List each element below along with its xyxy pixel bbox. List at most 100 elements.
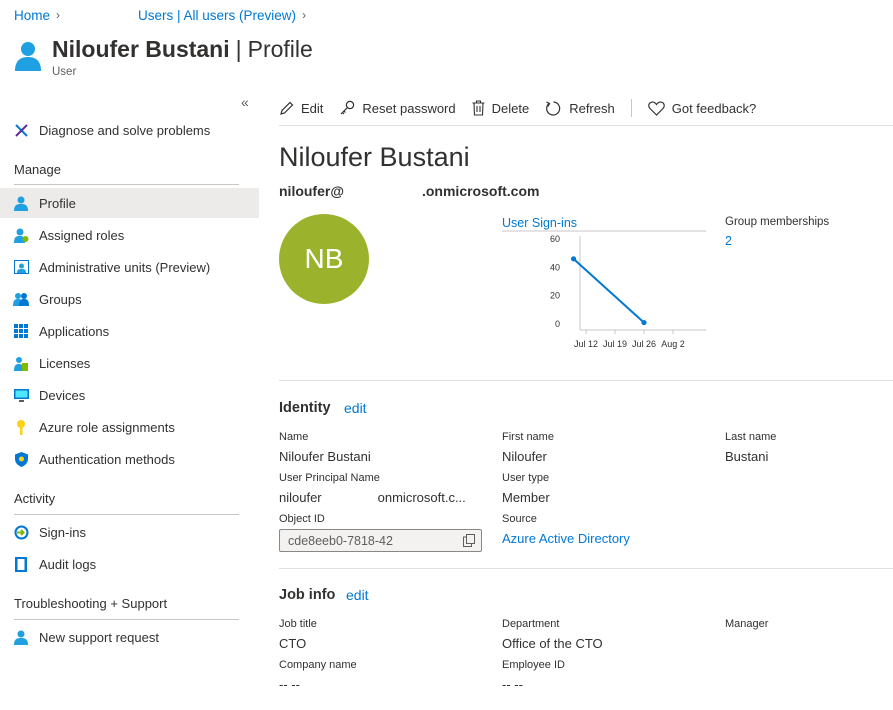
key-icon <box>13 419 29 435</box>
source-value-link[interactable]: Azure Active Directory <box>502 531 630 546</box>
divider <box>279 125 893 126</box>
monitor-icon <box>13 387 29 403</box>
sidebar-item-audit-logs[interactable]: Audit logs <box>0 549 259 579</box>
user-principal-name: niloufer@ .onmicrosoft.com <box>279 183 539 199</box>
x-tick-label: Aug 2 <box>661 339 685 349</box>
edit-button[interactable]: Edit <box>279 101 323 116</box>
group-memberships-count[interactable]: 2 <box>725 234 732 248</box>
job-info-edit-link[interactable]: edit <box>346 587 369 603</box>
sidebar-item-admin-units[interactable]: Administrative units (Preview) <box>0 252 259 282</box>
first-name-label: First name <box>502 431 554 443</box>
sidebar-item-signins[interactable]: Sign-ins <box>0 517 259 547</box>
job-title-value: CTO <box>279 636 307 651</box>
sidebar-section-activity: Activity <box>14 491 56 506</box>
y-tick-label: 0 <box>555 319 560 329</box>
department-label: Department <box>502 618 560 630</box>
pencil-icon <box>280 101 294 115</box>
last-name-label: Last name <box>725 431 777 443</box>
page-title-blade: Profile <box>247 36 313 62</box>
feedback-button[interactable]: Got feedback? <box>647 100 757 116</box>
group-memberships-label: Group memberships <box>725 216 830 228</box>
breadcrumb-users[interactable]: Users | All users (Preview) <box>138 8 296 23</box>
upn-value-start: niloufer <box>279 490 322 505</box>
signins-chart: 0 20 40 60 Jul 12 Jul 19 Jul 26 Aug 2 <box>502 230 706 349</box>
refresh-label: Refresh <box>569 100 615 116</box>
upn-value: niloufer onmicrosoft.c... <box>279 490 466 505</box>
job-info-section-title: Job info <box>279 587 336 603</box>
object-id-value: cde8eeb0-7818-42 <box>288 533 393 548</box>
sidebar-item-label: New support request <box>39 629 159 645</box>
divider <box>14 619 239 620</box>
sidebar-item-licenses[interactable]: Licenses <box>0 348 259 378</box>
first-name-value: Niloufer <box>502 449 547 464</box>
department-value: Office of the CTO <box>502 636 603 651</box>
chevron-right-icon: › <box>302 8 307 22</box>
x-tick-label: Jul 12 <box>574 339 598 349</box>
title-separator: | <box>235 36 242 62</box>
signins-point <box>570 256 577 262</box>
page-title: Niloufer Bustani | Profile <box>52 36 313 63</box>
book-icon <box>13 556 29 572</box>
x-tick-label: Jul 26 <box>632 339 656 349</box>
sidebar-item-groups[interactable]: Groups <box>0 284 259 314</box>
assigned-roles-icon <box>13 227 29 243</box>
source-label: Source <box>502 513 537 525</box>
sidebar-item-assigned-roles[interactable]: Assigned roles <box>0 220 259 250</box>
y-tick-label: 20 <box>550 291 560 301</box>
trash-icon <box>472 100 485 116</box>
wrench-icon <box>13 122 29 138</box>
refresh-button[interactable]: Refresh <box>545 100 615 117</box>
refresh-icon <box>546 100 561 116</box>
sidebar-item-diagnose[interactable]: Diagnose and solve problems <box>0 115 259 145</box>
upn-suffix: .onmicrosoft.com <box>421 183 540 199</box>
y-tick-label: 60 <box>550 234 560 244</box>
sidebar-item-devices[interactable]: Devices <box>0 380 259 410</box>
object-id-label: Object ID <box>279 513 325 525</box>
sidebar-item-label: Devices <box>39 387 86 403</box>
identity-edit-link[interactable]: edit <box>344 400 367 416</box>
divider <box>279 380 893 381</box>
heart-icon <box>647 100 665 116</box>
user-icon <box>13 195 29 211</box>
name-label: Name <box>279 431 309 443</box>
upn-value-end: onmicrosoft.c... <box>377 490 466 505</box>
sidebar-section-manage: Manage <box>14 162 61 177</box>
delete-label: Delete <box>491 100 530 116</box>
user-icon <box>15 42 41 71</box>
sidebar-section-troubleshooting: Troubleshooting + Support <box>14 596 168 611</box>
page-subtitle: User <box>52 66 77 78</box>
collapse-sidebar-icon[interactable]: « <box>241 94 249 110</box>
last-name-value: Bustani <box>725 449 769 464</box>
sidebar-item-auth-methods[interactable]: Authentication methods <box>0 444 259 474</box>
company-name-value: -- -- <box>279 677 300 692</box>
y-tick-label: 40 <box>550 262 560 272</box>
sidebar-item-label: Administrative units (Preview) <box>39 259 211 275</box>
sidebar-item-profile[interactable]: Profile <box>0 188 259 218</box>
copy-icon[interactable] <box>463 534 475 547</box>
groups-icon <box>13 291 29 307</box>
manager-label: Manager <box>725 618 769 630</box>
object-id-field[interactable]: cde8eeb0-7818-42 <box>279 529 482 552</box>
sidebar-item-new-support-request[interactable]: New support request <box>0 622 259 652</box>
feedback-label: Got feedback? <box>671 100 757 116</box>
breadcrumb-home[interactable]: Home <box>14 8 50 23</box>
reset-password-button[interactable]: Reset password <box>339 100 456 116</box>
user-type-label: User type <box>502 472 550 484</box>
upn-prefix: niloufer@ <box>279 183 344 199</box>
x-tick-label: Jul 19 <box>603 339 627 349</box>
divider <box>14 184 239 185</box>
page-title-user: Niloufer Bustani <box>52 36 230 62</box>
delete-button[interactable]: Delete <box>472 100 530 116</box>
grid-icon <box>13 323 29 339</box>
support-user-icon <box>13 629 29 645</box>
sidebar-item-label: Assigned roles <box>39 227 125 243</box>
user-type-value: Member <box>502 490 550 505</box>
sidebar-item-label: Groups <box>39 291 82 307</box>
avatar: NB <box>279 214 369 304</box>
sidebar-item-label: Sign-ins <box>39 524 86 540</box>
sidebar-item-applications[interactable]: Applications <box>0 316 259 346</box>
employee-id-label: Employee ID <box>502 659 565 671</box>
chevron-right-icon: › <box>56 8 61 22</box>
sidebar-item-azure-role-assignments[interactable]: Azure role assignments <box>0 412 259 442</box>
sidebar-item-label: Diagnose and solve problems <box>39 122 211 138</box>
